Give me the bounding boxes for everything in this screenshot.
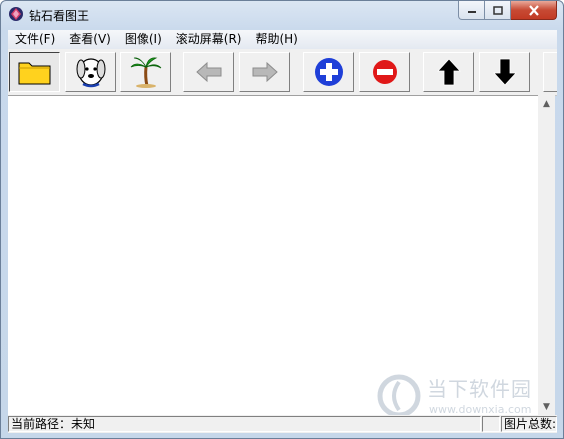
menu-image[interactable]: 图像(I)	[118, 30, 169, 49]
menu-help[interactable]: 帮助(H)	[248, 30, 304, 49]
folder-icon	[18, 62, 50, 85]
caption-buttons	[458, 1, 557, 21]
watermark-text: 当下软件园	[427, 377, 532, 401]
minimize-button[interactable]	[458, 1, 485, 20]
zoom-in-icon	[314, 58, 343, 86]
status-blank-pane	[482, 416, 500, 432]
status-image-count: 图片总数:	[501, 416, 557, 432]
menu-view[interactable]: 查看(V)	[62, 30, 118, 49]
page-down-button[interactable]	[479, 52, 530, 92]
next-button[interactable]	[239, 52, 290, 92]
close-button[interactable]	[511, 1, 557, 20]
zoom-in-button[interactable]	[303, 52, 354, 92]
up-arrow-icon	[436, 58, 461, 86]
image-view-area[interactable]	[8, 95, 538, 416]
scroll-up-arrow-icon[interactable]: ▲	[538, 95, 555, 112]
zoom-out-icon	[372, 60, 397, 84]
page-up-button[interactable]	[423, 52, 474, 92]
status-bar: 当前路径：未知 图片总数:	[8, 415, 557, 433]
title-bar[interactable]: 钻石看图王	[1, 1, 563, 29]
window-title: 钻石看图王	[29, 9, 90, 23]
menu-file[interactable]: 文件(F)	[8, 30, 62, 49]
zoom-out-button[interactable]	[359, 52, 410, 92]
back-arrow-icon	[195, 61, 221, 83]
minimize-icon	[467, 11, 476, 13]
status-path: 当前路径：未知	[8, 416, 481, 432]
previous-button[interactable]	[183, 52, 234, 92]
vertical-scrollbar[interactable]: ▲ ▼	[538, 95, 555, 415]
palm-tree-icon	[130, 57, 161, 88]
menu-bar: 文件(F) 查看(V) 图像(I) 滚动屏幕(R) 帮助(H)	[8, 30, 557, 49]
watermark: 当下软件园 www.downxia.com	[373, 373, 553, 419]
slideshow-button[interactable]	[120, 52, 171, 92]
forward-arrow-icon	[252, 61, 278, 83]
diamond-app-icon[interactable]	[8, 6, 24, 22]
browse-button[interactable]	[65, 52, 116, 92]
open-folder-button[interactable]	[9, 52, 60, 92]
dog-icon	[76, 58, 105, 88]
more-toolbar-button[interactable]	[543, 52, 557, 92]
maximize-button[interactable]	[485, 1, 511, 20]
watermark-logo-icon	[377, 374, 421, 418]
maximize-icon	[492, 5, 503, 15]
menu-scroll-screen[interactable]: 滚动屏幕(R)	[169, 30, 249, 49]
app-window: 钻石看图王 文件(F) 查看(V) 图像(I) 滚动屏幕(R) 帮助(H) ▲ …	[0, 0, 564, 439]
down-arrow-icon	[492, 58, 517, 86]
close-icon	[528, 4, 539, 16]
toolbar	[8, 49, 557, 96]
